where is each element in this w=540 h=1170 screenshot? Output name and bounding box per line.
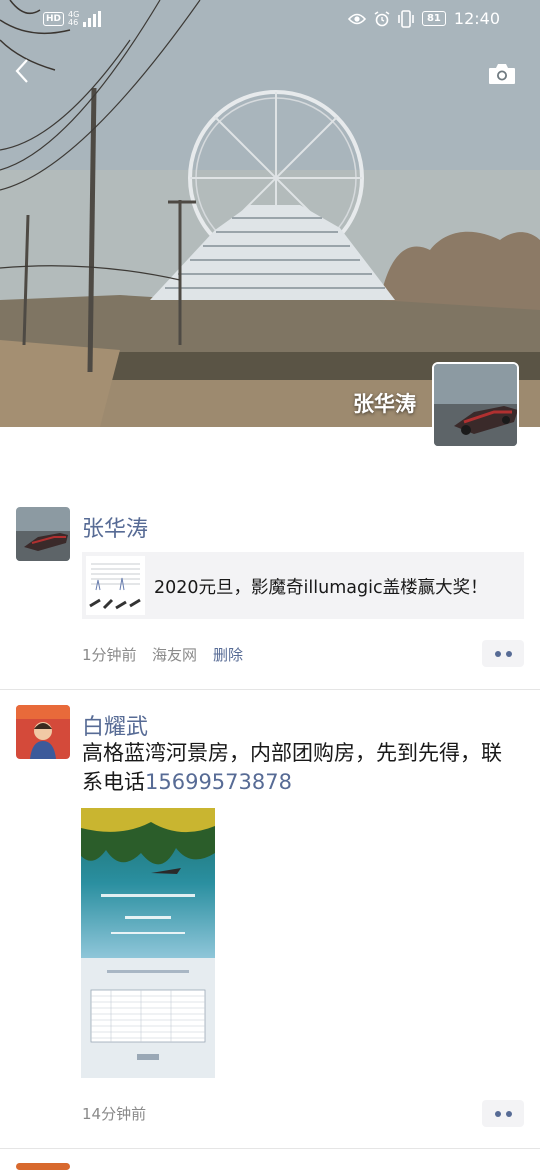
status-icons: 81 12:40 (347, 9, 500, 28)
avatar[interactable] (16, 507, 70, 561)
delete-button[interactable]: 删除 (213, 644, 243, 665)
child-avatar-image (16, 705, 70, 759)
dot-icon (495, 1111, 501, 1117)
post-image[interactable] (81, 808, 215, 1078)
post-time: 14分钟前 (82, 1105, 147, 1123)
signal-icon (83, 11, 102, 27)
car-avatar-image (16, 507, 70, 561)
chevron-left-icon (15, 59, 28, 83)
poster-name[interactable]: 白耀武 (82, 709, 148, 741)
clock: 12:40 (453, 9, 500, 28)
eye-icon (347, 13, 366, 24)
more-actions-button[interactable] (482, 640, 524, 667)
more-actions-button[interactable] (482, 1100, 524, 1127)
cover-user-name: 张华涛 (353, 392, 416, 416)
poster-name[interactable]: 张华涛 (82, 511, 148, 543)
avatar[interactable] (16, 705, 70, 759)
camera-button[interactable] (488, 63, 516, 85)
link-card[interactable]: 2020元旦，影魔奇illumagic盖楼赢大奖！ (82, 552, 524, 619)
dot-icon (506, 1111, 512, 1117)
battery-indicator: 81 (421, 11, 446, 26)
post-text: 高格蓝湾河景房，内部团购房，先到先得，联系电话15699573878 (82, 741, 502, 794)
post-source[interactable]: 海友网 (152, 644, 197, 665)
link-thumbnail (86, 556, 145, 615)
article-thumbnail-image (86, 556, 145, 615)
phone-link[interactable]: 15699573878 (145, 770, 292, 794)
post-divider (0, 689, 540, 690)
avatar[interactable] (16, 1163, 70, 1170)
link-title: 2020元旦，影魔奇illumagic盖楼赢大奖！ (154, 578, 488, 598)
dot-icon (495, 651, 501, 657)
cover-avatar[interactable] (432, 362, 519, 448)
post-time: 1分钟前 (82, 646, 137, 664)
alarm-icon (374, 10, 390, 26)
dot-icon (506, 651, 512, 657)
hd-badge: HD (43, 12, 65, 26)
vibrate-icon (398, 9, 414, 28)
post-divider (0, 1148, 540, 1149)
camera-icon (489, 64, 515, 84)
real-estate-poster-image (81, 808, 215, 1078)
network-type: 4G 46 (68, 10, 80, 27)
back-button[interactable] (14, 58, 44, 88)
status-bar: HD 4G 46 81 12:40 (0, 0, 540, 40)
car-avatar-image (434, 364, 517, 446)
signal-group: HD 4G 46 (43, 10, 102, 27)
